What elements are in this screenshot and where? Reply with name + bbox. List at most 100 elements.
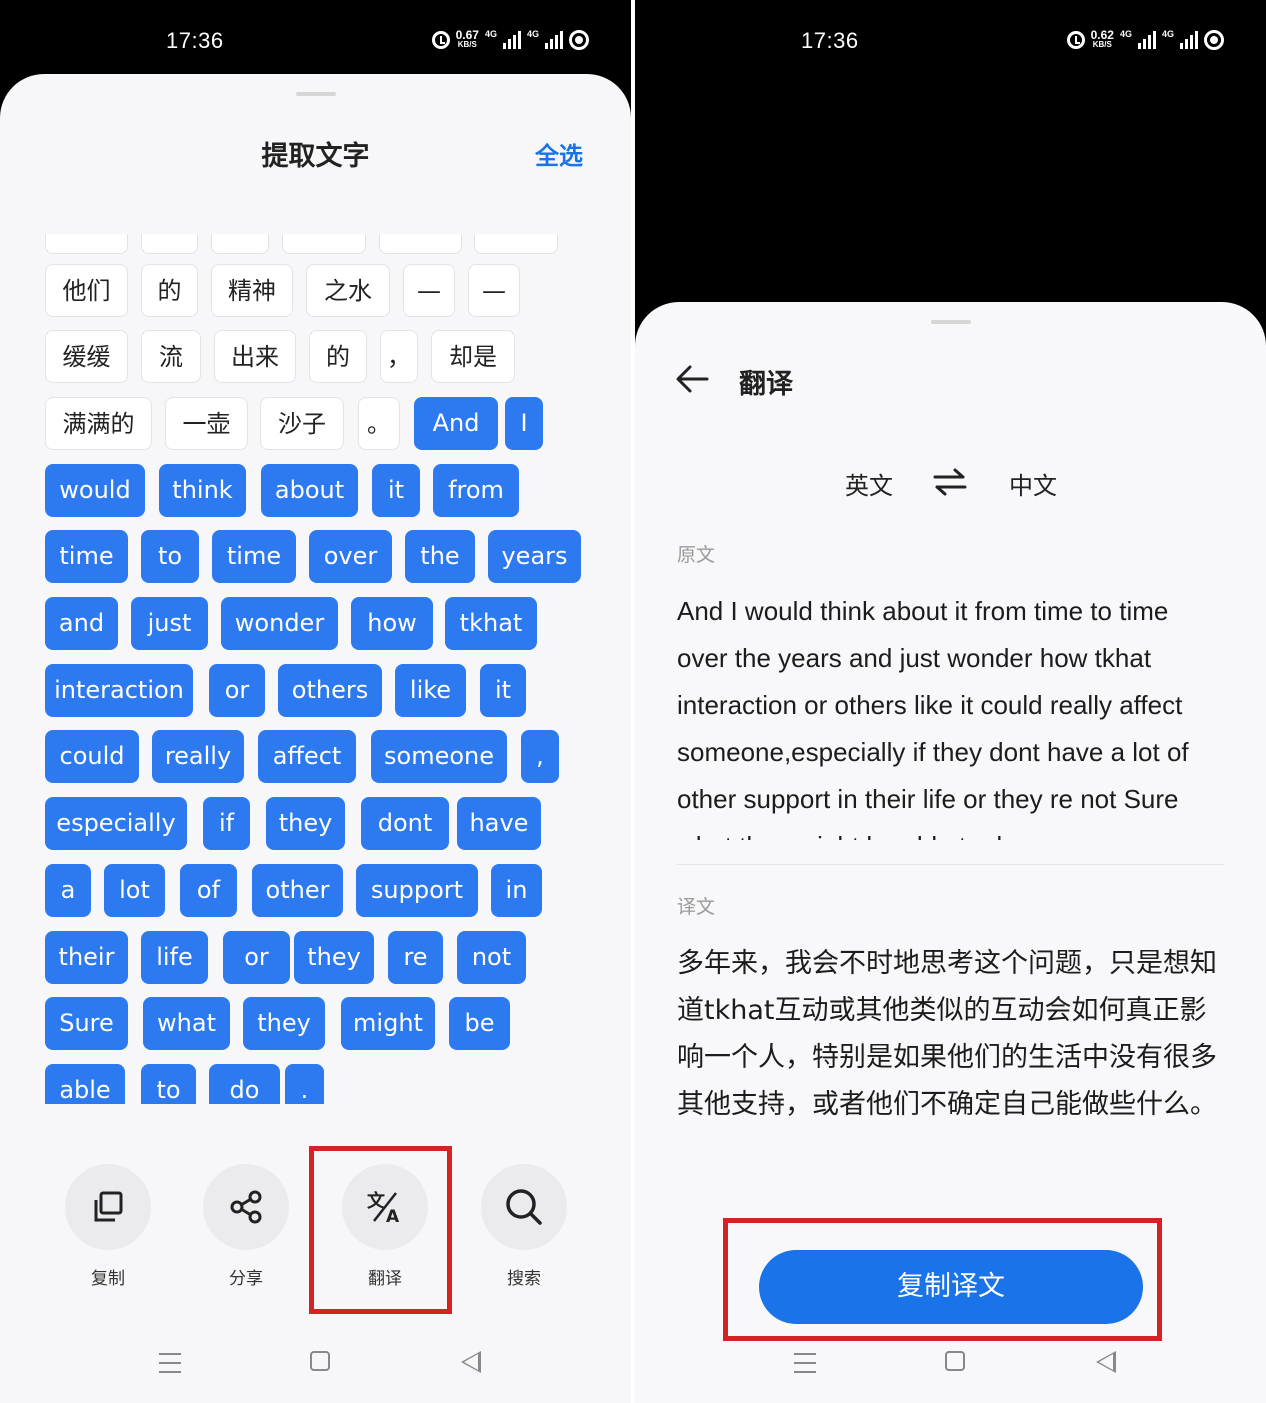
- word-chip-selected[interactable]: not: [457, 931, 526, 984]
- word-chip[interactable]: 却是: [431, 330, 515, 383]
- word-chip-selected[interactable]: or: [223, 931, 290, 984]
- word-chip-selected[interactable]: in: [491, 864, 542, 917]
- word-chip-selected[interactable]: the: [405, 530, 475, 583]
- recents-nav-icon[interactable]: [794, 1353, 816, 1373]
- back-nav-icon[interactable]: [461, 1351, 481, 1373]
- word-chip-selected[interactable]: someone: [371, 730, 507, 783]
- word-chip-selected[interactable]: interaction: [45, 664, 193, 717]
- word-chip-selected[interactable]: what: [143, 997, 230, 1050]
- word-chip-selected[interactable]: affect: [258, 730, 356, 783]
- word-chip-selected[interactable]: lot: [104, 864, 165, 917]
- word-chip-selected[interactable]: I: [505, 397, 543, 450]
- source-language-button[interactable]: 英文: [845, 466, 893, 501]
- word-chip[interactable]: —: [468, 264, 520, 317]
- word-chip-selected[interactable]: from: [433, 464, 519, 517]
- word-chip-selected[interactable]: be: [449, 997, 510, 1050]
- word-chip-selected[interactable]: .: [285, 1064, 324, 1104]
- word-chip-selected[interactable]: their: [45, 931, 128, 984]
- word-chip-selected[interactable]: to: [141, 1064, 196, 1104]
- share-button[interactable]: [203, 1164, 289, 1250]
- word-chip-selected[interactable]: they: [294, 931, 374, 984]
- select-all-button[interactable]: 全选: [535, 136, 583, 171]
- word-chip-partial[interactable]: [474, 234, 558, 254]
- word-chip-selected[interactable]: support: [356, 864, 478, 917]
- word-chip-selected[interactable]: dont: [361, 797, 449, 850]
- home-nav-icon[interactable]: [310, 1351, 330, 1371]
- copy-button[interactable]: [65, 1164, 151, 1250]
- home-nav-icon[interactable]: [945, 1351, 965, 1371]
- word-chip-partial[interactable]: [379, 234, 462, 254]
- word-chip-selected[interactable]: tkhat: [445, 597, 537, 650]
- word-chip[interactable]: 一壶: [165, 397, 248, 450]
- word-chip[interactable]: 的: [309, 330, 367, 383]
- word-chip-selected[interactable]: especially: [45, 797, 187, 850]
- word-chip-partial[interactable]: [211, 234, 269, 254]
- recents-nav-icon[interactable]: [159, 1353, 181, 1373]
- word-chip-selected[interactable]: about: [261, 464, 358, 517]
- word-chip-selected[interactable]: how: [351, 597, 433, 650]
- back-nav-icon[interactable]: [1096, 1351, 1116, 1373]
- word-chip-selected[interactable]: they: [266, 797, 345, 850]
- word-chip-selected[interactable]: of: [180, 864, 237, 917]
- word-chip[interactable]: 。: [358, 397, 400, 450]
- word-chip-selected[interactable]: it: [480, 664, 526, 717]
- word-chip-selected[interactable]: if: [203, 797, 250, 850]
- translated-text[interactable]: 多年来，我会不时地思考这个问题，只是想知道tkhat互动或其他类似的互动会如何真…: [677, 940, 1225, 1128]
- word-chip-selected[interactable]: years: [488, 530, 581, 583]
- translated-text-label: 译文: [677, 896, 716, 918]
- drag-handle[interactable]: [295, 92, 336, 96]
- word-chip-selected[interactable]: time: [45, 530, 128, 583]
- word-chip-selected[interactable]: they: [243, 997, 325, 1050]
- word-chip-selected[interactable]: others: [278, 664, 382, 717]
- word-chip[interactable]: —: [403, 264, 455, 317]
- search-action[interactable]: 搜索: [481, 1164, 567, 1289]
- word-chip-selected[interactable]: a: [45, 864, 91, 917]
- word-chip-selected[interactable]: just: [131, 597, 208, 650]
- word-chip-selected[interactable]: and: [45, 597, 118, 650]
- word-chip-selected[interactable]: able: [45, 1064, 125, 1104]
- word-chip-selected[interactable]: over: [309, 530, 392, 583]
- word-chip[interactable]: 流: [141, 330, 201, 383]
- search-button[interactable]: [481, 1164, 567, 1250]
- word-chip-partial[interactable]: [282, 234, 366, 254]
- word-chip-selected[interactable]: re: [388, 931, 443, 984]
- word-chip-selected[interactable]: ,: [521, 730, 559, 783]
- word-chip[interactable]: 之水: [306, 264, 390, 317]
- back-arrow-icon[interactable]: [675, 364, 709, 394]
- word-chip[interactable]: 出来: [214, 330, 296, 383]
- word-chip[interactable]: 的: [141, 264, 198, 317]
- copy-label: 复制: [91, 1269, 125, 1289]
- share-action[interactable]: 分享: [203, 1164, 289, 1289]
- word-chip-selected[interactable]: time: [212, 530, 296, 583]
- word-chip-selected[interactable]: do: [209, 1064, 280, 1104]
- drag-handle[interactable]: [930, 320, 971, 324]
- word-chip-selected[interactable]: And: [414, 397, 498, 450]
- word-chip[interactable]: 他们: [45, 264, 128, 317]
- target-language-button[interactable]: 中文: [1009, 466, 1057, 501]
- word-chip-selected[interactable]: think: [159, 464, 246, 517]
- word-chip[interactable]: 满满的: [45, 397, 152, 450]
- network-speed: 0.62 KB/S: [1090, 28, 1114, 49]
- copy-action[interactable]: 复制: [65, 1164, 151, 1289]
- word-chip-selected[interactable]: to: [141, 530, 199, 583]
- word-chip-selected[interactable]: could: [45, 730, 139, 783]
- word-chip-selected[interactable]: wonder: [221, 597, 338, 650]
- word-chip[interactable]: ，: [380, 330, 418, 383]
- word-chip[interactable]: 缓缓: [45, 330, 128, 383]
- word-chip-selected[interactable]: or: [209, 664, 265, 717]
- word-chip-partial[interactable]: [141, 234, 198, 254]
- source-text[interactable]: And I would think about it from time to …: [677, 588, 1225, 840]
- word-chip-selected[interactable]: would: [45, 464, 145, 517]
- word-chip-selected[interactable]: like: [395, 664, 466, 717]
- word-chip-selected[interactable]: other: [252, 864, 343, 917]
- word-chip[interactable]: 精神: [211, 264, 293, 317]
- word-chip-selected[interactable]: really: [152, 730, 244, 783]
- swap-languages-icon[interactable]: [933, 468, 967, 496]
- word-chip[interactable]: 沙子: [260, 397, 344, 450]
- word-chip-selected[interactable]: it: [372, 464, 420, 517]
- word-chip-selected[interactable]: have: [457, 797, 541, 850]
- word-chip-partial[interactable]: [45, 234, 128, 254]
- word-chip-selected[interactable]: Sure: [45, 997, 128, 1050]
- word-chip-selected[interactable]: might: [341, 997, 435, 1050]
- word-chip-selected[interactable]: life: [141, 931, 208, 984]
